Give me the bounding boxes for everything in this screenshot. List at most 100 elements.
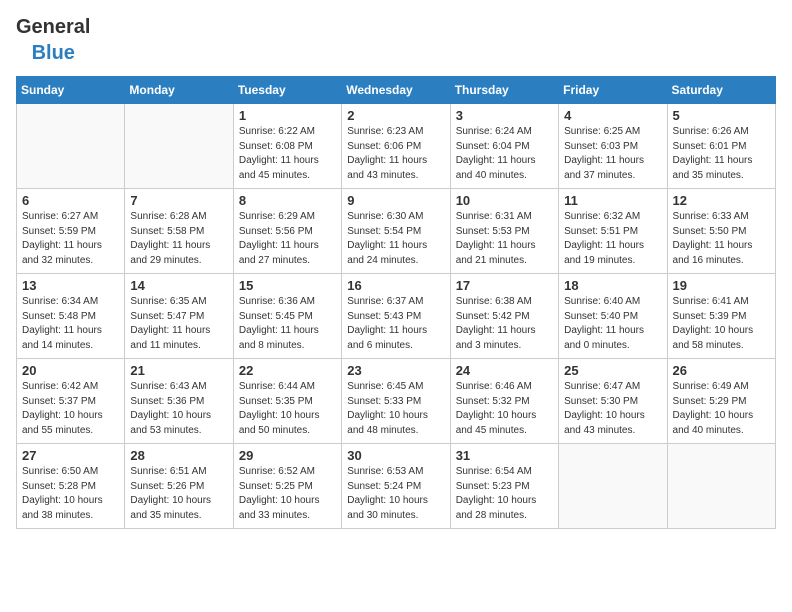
- calendar-cell: 23 Sunrise: 6:45 AM Sunset: 5:33 PM Dayl…: [342, 359, 450, 444]
- day-info: Sunrise: 6:28 AM Sunset: 5:58 PM Dayligh…: [130, 210, 227, 268]
- day-info: Sunrise: 6:23 AM Sunset: 6:06 PM Dayligh…: [347, 125, 444, 183]
- calendar-cell: 5 Sunrise: 6:26 AM Sunset: 6:01 PM Dayli…: [667, 104, 775, 189]
- day-info: Sunrise: 6:29 AM Sunset: 5:56 PM Dayligh…: [239, 210, 336, 268]
- weekday-header: Friday: [559, 77, 667, 104]
- day-number: 9: [347, 193, 444, 208]
- day-number: 19: [673, 278, 770, 293]
- day-number: 18: [564, 278, 661, 293]
- calendar-cell: 14 Sunrise: 6:35 AM Sunset: 5:47 PM Dayl…: [125, 274, 233, 359]
- day-number: 24: [456, 363, 553, 378]
- calendar-cell: 8 Sunrise: 6:29 AM Sunset: 5:56 PM Dayli…: [233, 189, 341, 274]
- day-info: Sunrise: 6:51 AM Sunset: 5:26 PM Dayligh…: [130, 465, 227, 523]
- weekday-header: Monday: [125, 77, 233, 104]
- week-row: 27 Sunrise: 6:50 AM Sunset: 5:28 PM Dayl…: [17, 444, 776, 529]
- day-number: 1: [239, 108, 336, 123]
- day-number: 2: [347, 108, 444, 123]
- calendar-cell: 17 Sunrise: 6:38 AM Sunset: 5:42 PM Dayl…: [450, 274, 558, 359]
- calendar-cell: 2 Sunrise: 6:23 AM Sunset: 6:06 PM Dayli…: [342, 104, 450, 189]
- calendar-table: SundayMondayTuesdayWednesdayThursdayFrid…: [16, 76, 776, 529]
- day-info: Sunrise: 6:43 AM Sunset: 5:36 PM Dayligh…: [130, 380, 227, 438]
- calendar-cell: 27 Sunrise: 6:50 AM Sunset: 5:28 PM Dayl…: [17, 444, 125, 529]
- calendar-cell: 7 Sunrise: 6:28 AM Sunset: 5:58 PM Dayli…: [125, 189, 233, 274]
- day-info: Sunrise: 6:41 AM Sunset: 5:39 PM Dayligh…: [673, 295, 770, 353]
- calendar-cell: 19 Sunrise: 6:41 AM Sunset: 5:39 PM Dayl…: [667, 274, 775, 359]
- calendar-cell: [125, 104, 233, 189]
- calendar-cell: 13 Sunrise: 6:34 AM Sunset: 5:48 PM Dayl…: [17, 274, 125, 359]
- calendar-cell: 24 Sunrise: 6:46 AM Sunset: 5:32 PM Dayl…: [450, 359, 558, 444]
- calendar-cell: 11 Sunrise: 6:32 AM Sunset: 5:51 PM Dayl…: [559, 189, 667, 274]
- day-info: Sunrise: 6:45 AM Sunset: 5:33 PM Dayligh…: [347, 380, 444, 438]
- day-info: Sunrise: 6:27 AM Sunset: 5:59 PM Dayligh…: [22, 210, 119, 268]
- calendar-cell: 9 Sunrise: 6:30 AM Sunset: 5:54 PM Dayli…: [342, 189, 450, 274]
- calendar-cell: [559, 444, 667, 529]
- day-info: Sunrise: 6:47 AM Sunset: 5:30 PM Dayligh…: [564, 380, 661, 438]
- day-number: 22: [239, 363, 336, 378]
- day-info: Sunrise: 6:31 AM Sunset: 5:53 PM Dayligh…: [456, 210, 553, 268]
- day-number: 7: [130, 193, 227, 208]
- calendar-cell: 29 Sunrise: 6:52 AM Sunset: 5:25 PM Dayl…: [233, 444, 341, 529]
- week-row: 20 Sunrise: 6:42 AM Sunset: 5:37 PM Dayl…: [17, 359, 776, 444]
- day-info: Sunrise: 6:46 AM Sunset: 5:32 PM Dayligh…: [456, 380, 553, 438]
- calendar-cell: [17, 104, 125, 189]
- day-number: 31: [456, 448, 553, 463]
- calendar-cell: 3 Sunrise: 6:24 AM Sunset: 6:04 PM Dayli…: [450, 104, 558, 189]
- calendar-cell: 4 Sunrise: 6:25 AM Sunset: 6:03 PM Dayli…: [559, 104, 667, 189]
- calendar-cell: [667, 444, 775, 529]
- weekday-header: Saturday: [667, 77, 775, 104]
- day-info: Sunrise: 6:26 AM Sunset: 6:01 PM Dayligh…: [673, 125, 770, 183]
- day-number: 13: [22, 278, 119, 293]
- day-info: Sunrise: 6:44 AM Sunset: 5:35 PM Dayligh…: [239, 380, 336, 438]
- day-number: 21: [130, 363, 227, 378]
- day-number: 6: [22, 193, 119, 208]
- day-info: Sunrise: 6:24 AM Sunset: 6:04 PM Dayligh…: [456, 125, 553, 183]
- header-row: SundayMondayTuesdayWednesdayThursdayFrid…: [17, 77, 776, 104]
- day-info: Sunrise: 6:38 AM Sunset: 5:42 PM Dayligh…: [456, 295, 553, 353]
- day-info: Sunrise: 6:22 AM Sunset: 6:08 PM Dayligh…: [239, 125, 336, 183]
- week-row: 1 Sunrise: 6:22 AM Sunset: 6:08 PM Dayli…: [17, 104, 776, 189]
- day-info: Sunrise: 6:25 AM Sunset: 6:03 PM Dayligh…: [564, 125, 661, 183]
- week-row: 13 Sunrise: 6:34 AM Sunset: 5:48 PM Dayl…: [17, 274, 776, 359]
- calendar-cell: 6 Sunrise: 6:27 AM Sunset: 5:59 PM Dayli…: [17, 189, 125, 274]
- day-number: 11: [564, 193, 661, 208]
- day-number: 27: [22, 448, 119, 463]
- day-number: 25: [564, 363, 661, 378]
- day-number: 4: [564, 108, 661, 123]
- day-number: 16: [347, 278, 444, 293]
- day-info: Sunrise: 6:35 AM Sunset: 5:47 PM Dayligh…: [130, 295, 227, 353]
- day-number: 29: [239, 448, 336, 463]
- day-info: Sunrise: 6:32 AM Sunset: 5:51 PM Dayligh…: [564, 210, 661, 268]
- day-number: 14: [130, 278, 227, 293]
- weekday-header: Thursday: [450, 77, 558, 104]
- day-number: 8: [239, 193, 336, 208]
- calendar-cell: 20 Sunrise: 6:42 AM Sunset: 5:37 PM Dayl…: [17, 359, 125, 444]
- calendar-cell: 22 Sunrise: 6:44 AM Sunset: 5:35 PM Dayl…: [233, 359, 341, 444]
- calendar-cell: 16 Sunrise: 6:37 AM Sunset: 5:43 PM Dayl…: [342, 274, 450, 359]
- calendar-cell: 30 Sunrise: 6:53 AM Sunset: 5:24 PM Dayl…: [342, 444, 450, 529]
- day-number: 23: [347, 363, 444, 378]
- day-number: 26: [673, 363, 770, 378]
- day-info: Sunrise: 6:54 AM Sunset: 5:23 PM Dayligh…: [456, 465, 553, 523]
- week-row: 6 Sunrise: 6:27 AM Sunset: 5:59 PM Dayli…: [17, 189, 776, 274]
- day-info: Sunrise: 6:42 AM Sunset: 5:37 PM Dayligh…: [22, 380, 119, 438]
- day-info: Sunrise: 6:37 AM Sunset: 5:43 PM Dayligh…: [347, 295, 444, 353]
- calendar-cell: 18 Sunrise: 6:40 AM Sunset: 5:40 PM Dayl…: [559, 274, 667, 359]
- day-info: Sunrise: 6:52 AM Sunset: 5:25 PM Dayligh…: [239, 465, 336, 523]
- day-info: Sunrise: 6:34 AM Sunset: 5:48 PM Dayligh…: [22, 295, 119, 353]
- day-info: Sunrise: 6:53 AM Sunset: 5:24 PM Dayligh…: [347, 465, 444, 523]
- calendar-cell: 15 Sunrise: 6:36 AM Sunset: 5:45 PM Dayl…: [233, 274, 341, 359]
- weekday-header: Tuesday: [233, 77, 341, 104]
- day-number: 30: [347, 448, 444, 463]
- day-number: 20: [22, 363, 119, 378]
- day-info: Sunrise: 6:50 AM Sunset: 5:28 PM Dayligh…: [22, 465, 119, 523]
- day-number: 15: [239, 278, 336, 293]
- day-number: 3: [456, 108, 553, 123]
- calendar-cell: 31 Sunrise: 6:54 AM Sunset: 5:23 PM Dayl…: [450, 444, 558, 529]
- calendar-cell: 28 Sunrise: 6:51 AM Sunset: 5:26 PM Dayl…: [125, 444, 233, 529]
- day-info: Sunrise: 6:36 AM Sunset: 5:45 PM Dayligh…: [239, 295, 336, 353]
- day-number: 5: [673, 108, 770, 123]
- day-info: Sunrise: 6:49 AM Sunset: 5:29 PM Dayligh…: [673, 380, 770, 438]
- calendar-cell: 26 Sunrise: 6:49 AM Sunset: 5:29 PM Dayl…: [667, 359, 775, 444]
- day-info: Sunrise: 6:40 AM Sunset: 5:40 PM Dayligh…: [564, 295, 661, 353]
- day-info: Sunrise: 6:30 AM Sunset: 5:54 PM Dayligh…: [347, 210, 444, 268]
- weekday-header: Sunday: [17, 77, 125, 104]
